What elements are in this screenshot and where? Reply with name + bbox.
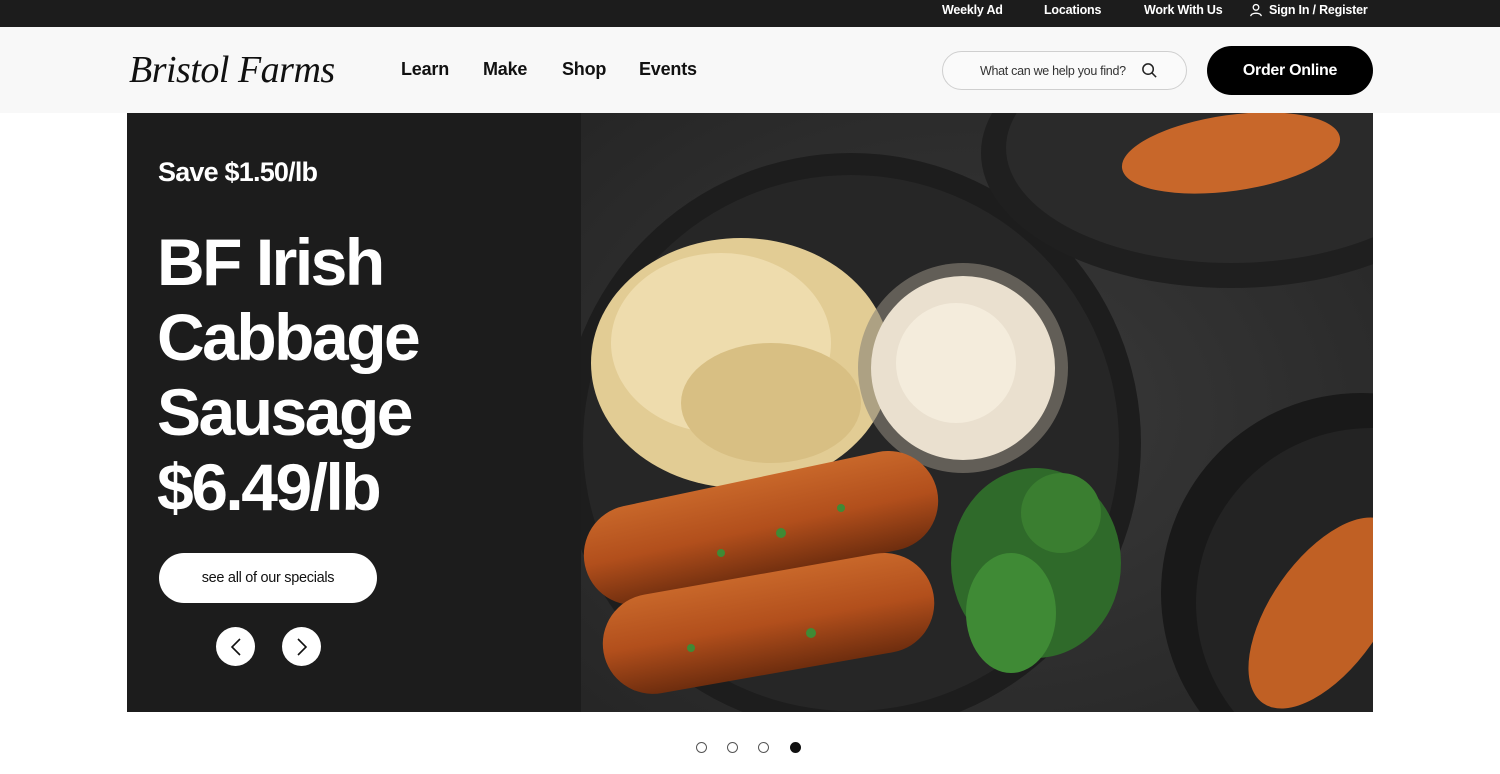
nav-events[interactable]: Events — [639, 59, 697, 80]
chevron-left-icon — [230, 637, 241, 656]
nav-make[interactable]: Make — [483, 59, 527, 80]
sausage-sauerkraut-photo — [581, 113, 1373, 712]
carousel-dot[interactable] — [790, 742, 801, 753]
locations-link[interactable]: Locations — [1044, 3, 1101, 17]
carousel-dot[interactable] — [727, 742, 738, 753]
hero-kicker: Save $1.50/lb — [158, 157, 318, 187]
search-input[interactable] — [980, 63, 1140, 78]
hero-carousel: Save $1.50/lb BF Irish Cabbage Sausage $… — [127, 113, 1373, 712]
carousel-prev-button[interactable] — [216, 627, 255, 666]
user-icon — [1250, 3, 1262, 17]
search-icon[interactable] — [1141, 62, 1158, 79]
nav-learn[interactable]: Learn — [401, 59, 449, 80]
nav-shop[interactable]: Shop — [562, 59, 606, 80]
search-box — [942, 51, 1187, 90]
hero-headline-line: Cabbage — [157, 300, 421, 374]
see-specials-button[interactable]: see all of our specials — [159, 553, 377, 603]
main-header: Bristol Farms Learn Make Shop Events Ord… — [0, 27, 1500, 113]
hero-food-image — [581, 113, 1373, 712]
utility-bar: Weekly Ad Locations Work With Us Sign In… — [0, 0, 1500, 27]
carousel-dot[interactable] — [758, 742, 769, 753]
sign-in-label: Sign In / Register — [1269, 3, 1368, 17]
hero-headline-line: Sausage — [157, 375, 413, 449]
hero-headline: BF Irish Cabbage Sausage $6.49/lb — [157, 225, 567, 525]
order-online-button[interactable]: Order Online — [1207, 46, 1373, 95]
hero-price: $6.49/lb — [157, 450, 382, 524]
hero-text-panel: Save $1.50/lb BF Irish Cabbage Sausage $… — [127, 113, 581, 712]
weekly-ad-link[interactable]: Weekly Ad — [942, 3, 1003, 17]
carousel-dot[interactable] — [696, 742, 707, 753]
carousel-next-button[interactable] — [282, 627, 321, 666]
work-with-us-link[interactable]: Work With Us — [1144, 3, 1223, 17]
hero-headline-line: BF Irish — [157, 225, 385, 299]
sign-in-link[interactable]: Sign In / Register — [1249, 3, 1368, 17]
bristol-farms-logo[interactable]: Bristol Farms — [129, 49, 369, 91]
chevron-right-icon — [296, 637, 307, 656]
